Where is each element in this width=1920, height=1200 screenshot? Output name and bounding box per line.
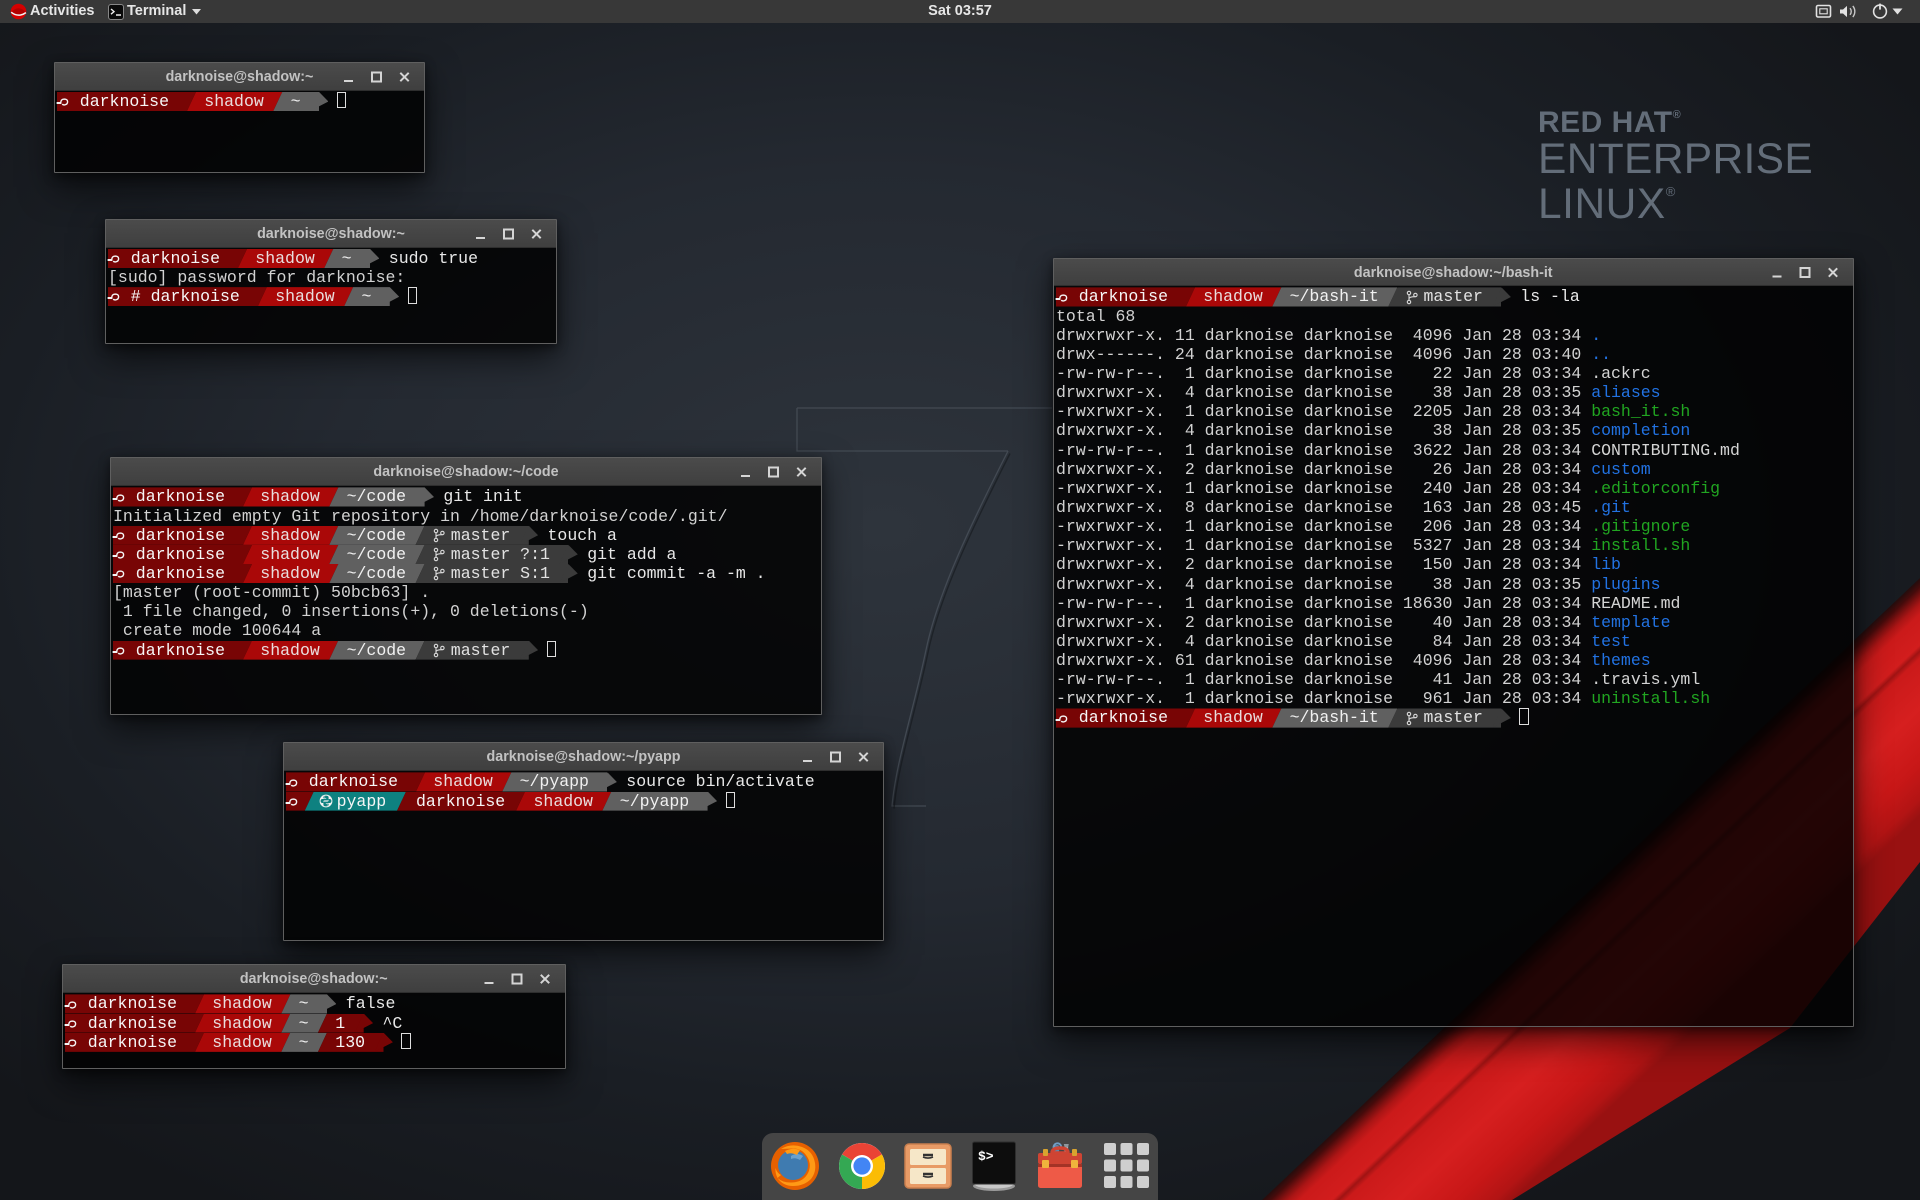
svg-text:$>: $> [978,1149,994,1164]
